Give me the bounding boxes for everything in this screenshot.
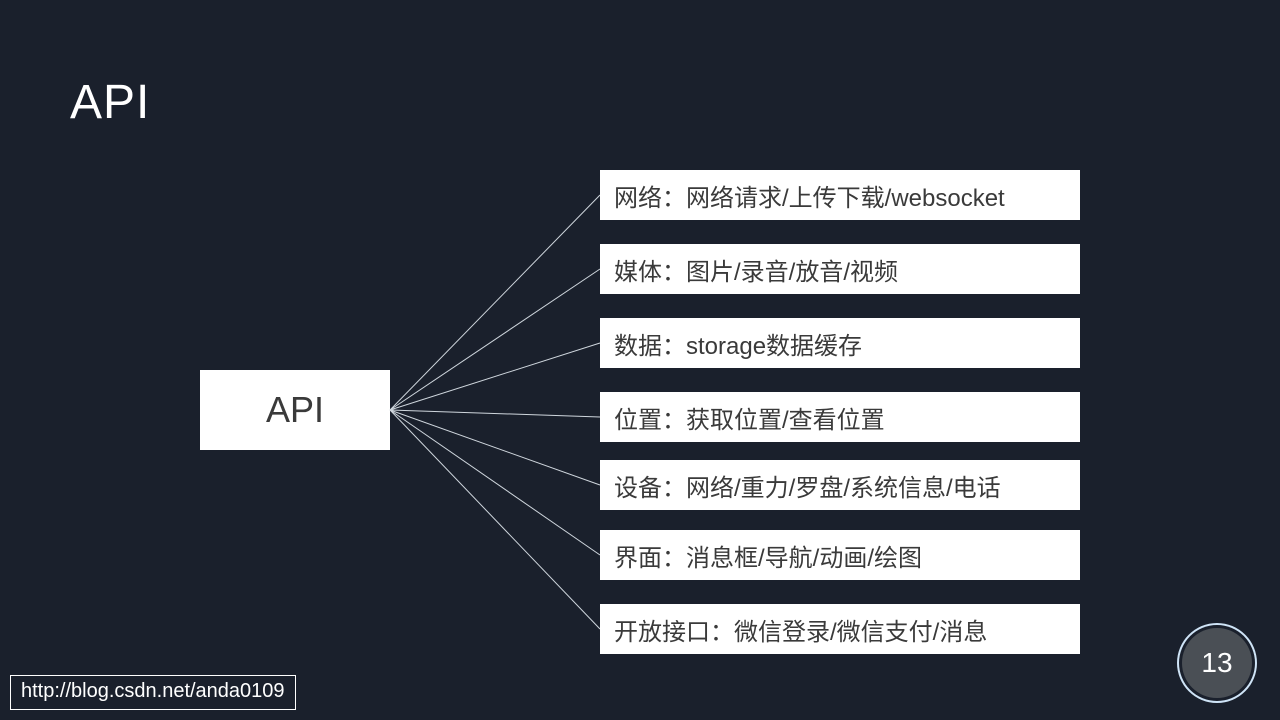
api-category-label: 界面：消息框/导航/动画/绘图	[614, 538, 922, 573]
center-node-label: API	[266, 389, 324, 431]
footer-url: http://blog.csdn.net/anda0109	[10, 675, 296, 710]
api-category-box: 界面：消息框/导航/动画/绘图	[600, 530, 1080, 580]
api-category-box: 开放接口：微信登录/微信支付/消息	[600, 604, 1080, 654]
page-number-badge: 13	[1182, 628, 1252, 698]
api-category-label: 开放接口：微信登录/微信支付/消息	[614, 612, 987, 647]
center-node: API	[200, 370, 390, 450]
api-category-label: 数据：storage数据缓存	[614, 326, 862, 361]
api-category-box: 位置：获取位置/查看位置	[600, 392, 1080, 442]
api-category-label: 设备：网络/重力/罗盘/系统信息/电话	[614, 468, 1001, 503]
api-category-label: 媒体：图片/录音/放音/视频	[614, 252, 898, 287]
api-category-box: 数据：storage数据缓存	[600, 318, 1080, 368]
api-category-label: 网络：网络请求/上传下载/websocket	[614, 178, 1005, 213]
api-category-label: 位置：获取位置/查看位置	[614, 400, 885, 435]
api-category-box: 设备：网络/重力/罗盘/系统信息/电话	[600, 460, 1080, 510]
api-category-box: 媒体：图片/录音/放音/视频	[600, 244, 1080, 294]
api-category-box: 网络：网络请求/上传下载/websocket	[600, 170, 1080, 220]
slide-title: API	[70, 75, 150, 130]
